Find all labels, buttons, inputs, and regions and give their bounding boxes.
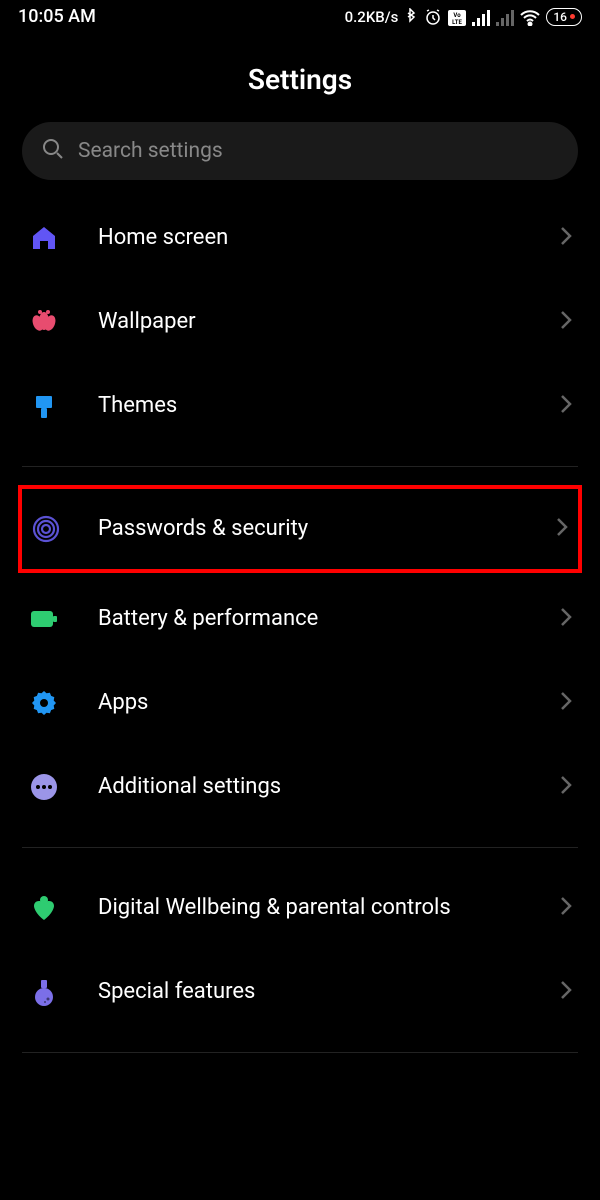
item-label: Apps — [98, 689, 560, 718]
item-label: Wallpaper — [98, 308, 560, 337]
brush-icon — [28, 390, 60, 422]
chevron-right-icon — [560, 607, 572, 631]
volte-icon: VoLTE — [448, 7, 466, 25]
heart-icon — [28, 892, 60, 924]
status-right: 0.2KB/s VoLTE 16 — [345, 7, 582, 26]
list-item-passwords-security[interactable]: Passwords & security — [18, 485, 582, 573]
flower-icon — [28, 306, 60, 338]
list-item-apps[interactable]: Apps — [0, 661, 600, 745]
status-time: 10:05 AM — [18, 6, 96, 27]
battery-icon — [28, 603, 60, 635]
list-item-wallpaper[interactable]: Wallpaper — [0, 280, 600, 364]
alarm-icon — [424, 7, 442, 26]
item-label: Battery & performance — [98, 605, 560, 634]
chevron-right-icon — [560, 896, 572, 920]
divider — [22, 847, 578, 848]
battery-indicator: 16 — [546, 8, 582, 26]
search-input[interactable] — [78, 139, 558, 163]
bluetooth-icon — [404, 7, 418, 26]
chevron-right-icon — [556, 517, 568, 541]
svg-text:LTE: LTE — [453, 19, 463, 26]
list-item-additional-settings[interactable]: Additional settings — [0, 745, 600, 829]
battery-percent: 16 — [553, 10, 567, 24]
list-item-home-screen[interactable]: Home screen — [0, 196, 600, 280]
chevron-right-icon — [560, 226, 572, 250]
data-rate: 0.2KB/s — [345, 8, 399, 26]
chevron-right-icon — [560, 691, 572, 715]
divider — [22, 466, 578, 467]
item-label: Home screen — [98, 224, 560, 253]
page-title: Settings — [0, 63, 600, 96]
item-label: Additional settings — [98, 773, 560, 802]
list-item-themes[interactable]: Themes — [0, 364, 600, 448]
fingerprint-icon — [30, 513, 62, 545]
list-item-special-features[interactable]: Special features — [0, 950, 600, 1034]
item-label: Digital Wellbeing & parental controls — [98, 894, 560, 923]
chevron-right-icon — [560, 310, 572, 334]
chevron-right-icon — [560, 980, 572, 1004]
signal-icon-2 — [496, 7, 514, 25]
divider — [22, 1052, 578, 1053]
status-bar: 10:05 AM 0.2KB/s VoLTE 16 — [0, 0, 600, 33]
search-icon — [42, 138, 64, 164]
signal-icon — [472, 7, 490, 25]
gear-icon — [28, 687, 60, 719]
chevron-right-icon — [560, 394, 572, 418]
item-label: Passwords & security — [98, 515, 556, 544]
list-item-digital-wellbeing[interactable]: Digital Wellbeing & parental controls — [0, 866, 600, 950]
chevron-right-icon — [560, 775, 572, 799]
dots-icon — [28, 771, 60, 803]
search-bar[interactable] — [22, 122, 578, 180]
svg-text:Vo: Vo — [454, 12, 462, 19]
home-icon — [28, 222, 60, 254]
item-label: Themes — [98, 392, 560, 421]
settings-list: Home screen Wallpaper Themes Passwords & se… — [0, 196, 600, 1053]
item-label: Special features — [98, 978, 560, 1007]
flask-icon — [28, 976, 60, 1008]
wifi-icon — [520, 7, 540, 25]
list-item-battery-performance[interactable]: Battery & performance — [0, 577, 600, 661]
